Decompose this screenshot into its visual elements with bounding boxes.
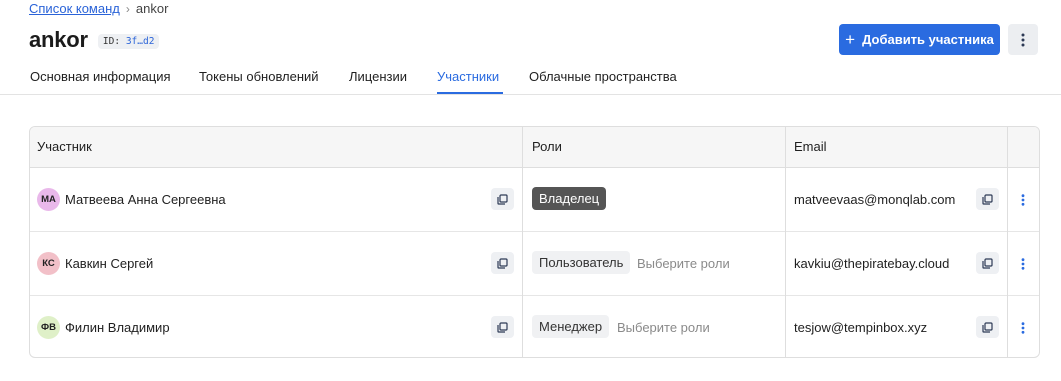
row-menu-button[interactable] [1015,188,1031,212]
row-menu-button[interactable] [1015,316,1031,340]
column-header-email: Email [794,139,827,154]
member-name: Кавкин Сергей [65,256,154,271]
plus-icon: + [845,29,856,49]
role-tag: Владелец [532,187,607,210]
add-member-button[interactable]: + Добавить участника [839,24,1000,55]
role-select-placeholder[interactable]: Выберите роли [617,320,710,335]
more-vertical-icon [1021,194,1025,206]
id-value: 3f…d2 [125,36,155,47]
tab-members[interactable]: Участники [437,69,499,84]
column-header-roles: Роли [532,139,562,154]
more-vertical-icon [1021,258,1025,270]
id-label: ID: [102,36,121,47]
role-select-placeholder[interactable]: Выберите роли [637,256,730,271]
column-divider [1007,127,1008,357]
table-row: КС Кавкин Сергей Пользователь Выберите р… [30,232,1039,296]
member-email: kavkiu@thepiratebay.cloud [794,256,950,271]
column-divider [785,127,786,357]
breadcrumb-teams-link[interactable]: Список команд [29,1,120,16]
tab-general-info[interactable]: Основная информация [30,69,171,84]
copy-name-button[interactable] [491,252,514,274]
copy-email-button[interactable] [976,252,999,274]
column-header-member: Участник [37,139,92,154]
more-vertical-icon [1021,322,1025,334]
active-tab-indicator [437,92,503,94]
page-title: ankor [29,27,88,52]
avatar: КС [37,252,60,275]
copy-name-button[interactable] [491,316,514,338]
copy-icon [982,257,993,269]
member-email: tesjow@tempinbox.xyz [794,320,928,335]
table-row: МА Матвеева Анна Сергеевна Владелец matv… [30,168,1039,232]
tab-licenses[interactable]: Лицензии [349,69,407,84]
member-name: Филин Владимир [65,320,170,335]
breadcrumb: Список команд › ankor [29,1,168,16]
table-row: ФВ Филин Владимир Менеджер Выберите роли… [30,296,1039,357]
role-tag[interactable]: Пользователь [532,251,631,274]
row-menu-button[interactable] [1015,252,1031,276]
copy-icon [497,193,508,205]
copy-email-button[interactable] [976,188,999,210]
tab-refresh-tokens[interactable]: Токены обновлений [199,69,319,84]
copy-icon [982,321,993,333]
more-actions-button[interactable] [1008,24,1038,55]
add-member-label: Добавить участника [862,32,994,47]
members-table: Участник Роли Email МА Матвеева Анна Сер… [29,126,1040,358]
member-email: matveevaas@monqlab.com [794,192,956,207]
breadcrumb-current: ankor [135,1,169,16]
column-divider [522,127,523,357]
copy-email-button[interactable] [976,316,999,338]
copy-icon [982,193,993,205]
copy-name-button[interactable] [491,188,514,210]
copy-icon [497,257,508,269]
role-tag[interactable]: Менеджер [532,315,610,338]
id-badge[interactable]: ID: 3f…d2 [97,34,160,49]
tab-bar: Основная информация Токены обновлений Ли… [0,59,1061,95]
chevron-right-icon: › [125,1,130,16]
title-row: ankor ID: 3f…d2 [29,27,160,53]
more-vertical-icon [1021,33,1025,46]
member-name: Матвеева Анна Сергеевна [65,192,226,207]
table-header: Участник Роли Email [30,127,1039,168]
tab-cloud-spaces[interactable]: Облачные пространства [529,69,677,84]
avatar: ФВ [37,316,60,339]
copy-icon [497,321,508,333]
avatar: МА [37,188,60,211]
